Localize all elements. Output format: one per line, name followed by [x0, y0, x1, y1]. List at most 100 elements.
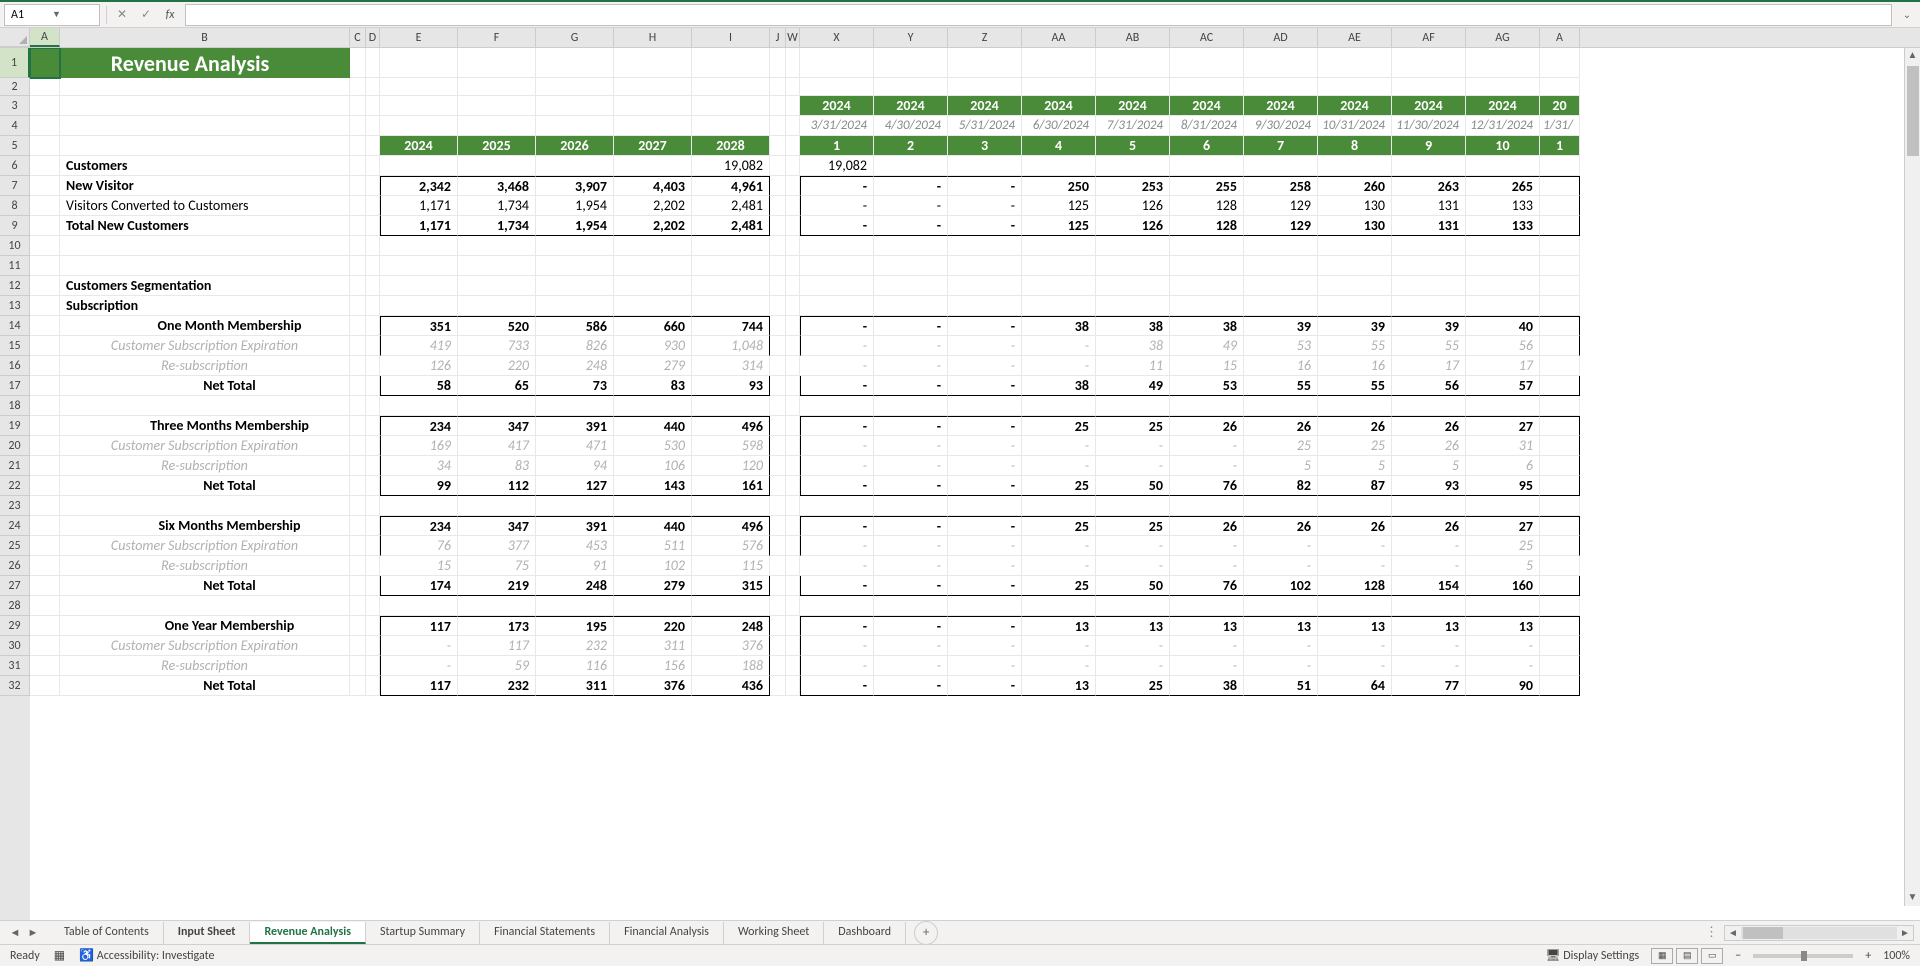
cell-AF7[interactable]: 263: [1392, 176, 1466, 196]
cell-AF13[interactable]: [1392, 296, 1466, 316]
cell-E23[interactable]: [380, 496, 458, 516]
cell-AC1[interactable]: [1170, 48, 1244, 78]
cell-E15[interactable]: 419: [380, 336, 458, 356]
cell-H1[interactable]: [614, 48, 692, 78]
cell-F27[interactable]: 219: [458, 576, 536, 596]
cell-AD20[interactable]: 25: [1244, 436, 1318, 456]
cell-E19[interactable]: 234: [380, 416, 458, 436]
cell-W11[interactable]: [786, 256, 800, 276]
sheet-tab-financial-statements[interactable]: Financial Statements: [480, 922, 610, 944]
cell-B15[interactable]: Customer Subscription Expiration: [60, 336, 350, 356]
cell-Z3[interactable]: 2024: [948, 96, 1022, 116]
cell-G6[interactable]: [536, 156, 614, 176]
cell-AH7[interactable]: [1540, 176, 1580, 196]
cell-AC18[interactable]: [1170, 396, 1244, 416]
cell-D5[interactable]: [366, 136, 380, 156]
cell-AB8[interactable]: 126: [1096, 196, 1170, 216]
cell-C10[interactable]: [350, 236, 366, 256]
cell-I15[interactable]: 1,048: [692, 336, 770, 356]
cell-AE31[interactable]: -: [1318, 656, 1392, 676]
expand-formula-bar-icon[interactable]: ⌄: [1898, 8, 1916, 21]
column-header-AH[interactable]: A: [1540, 28, 1580, 47]
cell-Z10[interactable]: [948, 236, 1022, 256]
cell-B7[interactable]: New Visitor: [60, 176, 350, 196]
cell-Y16[interactable]: -: [874, 356, 948, 376]
cell-J3[interactable]: [770, 96, 786, 116]
cell-X29[interactable]: -: [800, 616, 874, 636]
cell-AA29[interactable]: 13: [1022, 616, 1096, 636]
cell-AE26[interactable]: -: [1318, 556, 1392, 576]
cell-B4[interactable]: [60, 116, 350, 136]
sheet-tab-revenue-analysis[interactable]: Revenue Analysis: [250, 922, 366, 944]
cell-AH19[interactable]: [1540, 416, 1580, 436]
cell-E14[interactable]: 351: [380, 316, 458, 336]
row-header-19[interactable]: 19: [0, 416, 30, 436]
cell-C17[interactable]: [350, 376, 366, 396]
cell-F2[interactable]: [458, 78, 536, 96]
cell-AF27[interactable]: 154: [1392, 576, 1466, 596]
cell-C23[interactable]: [350, 496, 366, 516]
cell-D15[interactable]: [366, 336, 380, 356]
cells-area[interactable]: Revenue Analysis202420242024202420242024…: [30, 48, 1920, 926]
cell-F21[interactable]: 83: [458, 456, 536, 476]
cell-AF10[interactable]: [1392, 236, 1466, 256]
cell-W16[interactable]: [786, 356, 800, 376]
cell-A8[interactable]: [30, 196, 60, 216]
cell-W20[interactable]: [786, 436, 800, 456]
cell-Z27[interactable]: -: [948, 576, 1022, 596]
cell-AA13[interactable]: [1022, 296, 1096, 316]
cell-F31[interactable]: 59: [458, 656, 536, 676]
cell-AG8[interactable]: 133: [1466, 196, 1540, 216]
cell-AH13[interactable]: [1540, 296, 1580, 316]
cell-AA25[interactable]: -: [1022, 536, 1096, 556]
cell-H13[interactable]: [614, 296, 692, 316]
cell-AC9[interactable]: 128: [1170, 216, 1244, 236]
row-header-18[interactable]: 18: [0, 396, 30, 416]
column-header-AE[interactable]: AE: [1318, 28, 1392, 47]
cell-X7[interactable]: -: [800, 176, 874, 196]
cell-Y27[interactable]: -: [874, 576, 948, 596]
cell-H30[interactable]: 311: [614, 636, 692, 656]
cell-Z8[interactable]: -: [948, 196, 1022, 216]
cell-I31[interactable]: 188: [692, 656, 770, 676]
cell-Y21[interactable]: -: [874, 456, 948, 476]
cell-H14[interactable]: 660: [614, 316, 692, 336]
cell-D17[interactable]: [366, 376, 380, 396]
cell-X1[interactable]: [800, 48, 874, 78]
row-header-2[interactable]: 2: [0, 78, 30, 96]
cell-AG25[interactable]: 25: [1466, 536, 1540, 556]
cell-AG7[interactable]: 265: [1466, 176, 1540, 196]
cell-Y2[interactable]: [874, 78, 948, 96]
enter-icon[interactable]: ✓: [137, 6, 155, 24]
cell-I3[interactable]: [692, 96, 770, 116]
cell-AC16[interactable]: 15: [1170, 356, 1244, 376]
cell-AH21[interactable]: [1540, 456, 1580, 476]
cell-F26[interactable]: 75: [458, 556, 536, 576]
cell-G24[interactable]: 391: [536, 516, 614, 536]
cell-AC25[interactable]: -: [1170, 536, 1244, 556]
cell-AH22[interactable]: [1540, 476, 1580, 496]
cell-X15[interactable]: -: [800, 336, 874, 356]
cell-AH14[interactable]: [1540, 316, 1580, 336]
cell-AH4[interactable]: 1/31/: [1540, 116, 1580, 136]
cell-AB3[interactable]: 2024: [1096, 96, 1170, 116]
cell-A3[interactable]: [30, 96, 60, 116]
cell-G1[interactable]: [536, 48, 614, 78]
cell-C30[interactable]: [350, 636, 366, 656]
cell-Z32[interactable]: -: [948, 676, 1022, 696]
cell-I5[interactable]: 2028: [692, 136, 770, 156]
cell-J6[interactable]: [770, 156, 786, 176]
cell-AD29[interactable]: 13: [1244, 616, 1318, 636]
cell-Z16[interactable]: -: [948, 356, 1022, 376]
cell-A23[interactable]: [30, 496, 60, 516]
cell-AB28[interactable]: [1096, 596, 1170, 616]
cell-Z15[interactable]: -: [948, 336, 1022, 356]
cell-A11[interactable]: [30, 256, 60, 276]
cell-Z23[interactable]: [948, 496, 1022, 516]
cell-W14[interactable]: [786, 316, 800, 336]
cell-W6[interactable]: [786, 156, 800, 176]
row-header-22[interactable]: 22: [0, 476, 30, 496]
cell-AA28[interactable]: [1022, 596, 1096, 616]
cell-H2[interactable]: [614, 78, 692, 96]
cell-G7[interactable]: 3,907: [536, 176, 614, 196]
